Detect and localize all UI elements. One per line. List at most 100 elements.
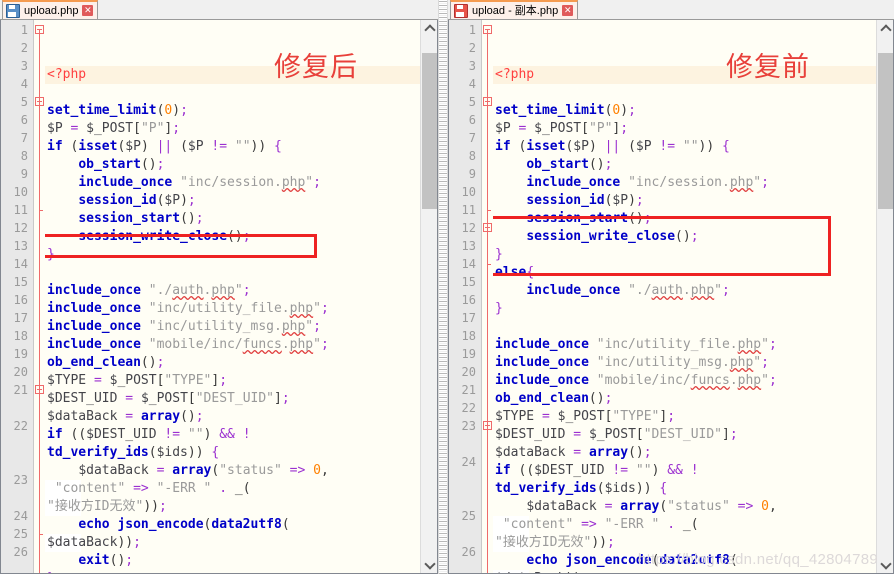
line-number — [449, 435, 481, 453]
code-line[interactable]: session_start(); — [493, 210, 876, 228]
line-number: 6 — [468, 113, 476, 127]
code-line[interactable]: td_verify_ids($ids)) { — [45, 444, 420, 462]
vertical-scrollbar-left[interactable] — [420, 20, 437, 573]
code-line[interactable]: $dataBack = array(); — [493, 444, 876, 462]
line-number — [1, 435, 33, 453]
pane-splitter[interactable] — [438, 0, 448, 574]
code-line[interactable]: $dataBack)); — [45, 534, 420, 552]
line-number — [449, 489, 481, 507]
code-line[interactable] — [493, 84, 876, 102]
fold-margin-left[interactable] — [34, 20, 45, 573]
code-line[interactable]: include_once "inc/utility_file.php"; — [45, 300, 420, 318]
tab-upload-php[interactable]: upload.php ✕ — [2, 0, 99, 19]
line-number: 12 — [13, 221, 28, 235]
line-number: 2 — [468, 41, 476, 55]
line-number: 19 — [461, 347, 476, 361]
code-line[interactable]: include_once "inc/utility_msg.php"; — [493, 354, 876, 372]
close-icon[interactable]: ✕ — [562, 5, 574, 16]
code-line[interactable]: <?php — [493, 66, 876, 84]
code-line[interactable]: include_once "mobile/inc/funcs.php"; — [493, 372, 876, 390]
code-line[interactable]: td_verify_ids($ids)) { — [493, 480, 876, 498]
code-line[interactable] — [45, 264, 420, 282]
code-line[interactable]: $dataBack = array("status" => 0, — [45, 462, 420, 480]
code-line[interactable]: include_once "./auth.php"; — [45, 282, 420, 300]
code-line[interactable]: include_once "inc/utility_file.php"; — [493, 336, 876, 354]
line-number: 20 — [13, 365, 28, 379]
code-line[interactable]: } — [493, 300, 876, 318]
code-line[interactable]: echo json_encode(data2utf8( — [493, 552, 876, 570]
editor-pane-left: upload.php ✕ 1 2 3 4 5 6 7 8 9 10 11 12 13 14 15 16 17 18… — [0, 0, 438, 574]
code-line[interactable]: ob_start(); — [45, 156, 420, 174]
code-line[interactable]: $P = $_POST["P"]; — [493, 120, 876, 138]
code-line[interactable]: set_time_limit(0); — [45, 102, 420, 120]
code-line[interactable]: echo json_encode(data2utf8( — [45, 516, 420, 534]
close-icon[interactable]: ✕ — [82, 5, 94, 16]
tabbar-empty-area-right — [578, 0, 894, 20]
line-number — [1, 453, 33, 471]
code-line[interactable]: include_once "inc/utility_msg.php"; — [45, 318, 420, 336]
line-number: 26 — [461, 545, 476, 559]
code-line[interactable]: "content" => "-ERR " . _( — [45, 480, 420, 498]
line-number: 4 — [468, 77, 476, 91]
line-number: 26 — [13, 545, 28, 559]
scroll-up-arrow-icon[interactable] — [421, 20, 437, 37]
code-line[interactable]: session_write_close(); — [45, 228, 420, 246]
line-number: 16 — [13, 293, 28, 307]
line-number-gutter-right: 1 2 3 4 5 6 7 8 9 10 11 12 13 14 15 16 17 18 19 20 21 22 23 24 2… — [449, 20, 482, 573]
code-line[interactable]: else{ — [493, 264, 876, 282]
code-line[interactable]: $TYPE = $_POST["TYPE"]; — [45, 372, 420, 390]
code-area-left[interactable]: <?php set_time_limit(0); $P = $_POST["P"]… — [45, 20, 420, 573]
code-line[interactable]: $DEST_UID = $_POST["DEST_UID"]; — [45, 390, 420, 408]
line-number: 25 — [13, 527, 28, 541]
code-line[interactable]: } — [45, 246, 420, 264]
code-line[interactable]: session_id($P); — [493, 192, 876, 210]
code-line[interactable]: include_once "inc/session.php"; — [45, 174, 420, 192]
code-line[interactable]: $TYPE = $_POST["TYPE"]; — [493, 408, 876, 426]
code-line[interactable]: set_time_limit(0); — [493, 102, 876, 120]
code-line[interactable]: if (($DEST_UID != "") && ! — [45, 426, 420, 444]
tab-upload-copy-php[interactable]: upload - 副本.php ✕ — [450, 0, 579, 19]
code-line[interactable]: "content" => "-ERR " . _( — [493, 516, 876, 534]
scroll-down-arrow-icon[interactable] — [877, 556, 893, 573]
code-line[interactable]: session_write_close(); — [493, 228, 876, 246]
code-line[interactable]: include_once "inc/session.php"; — [493, 174, 876, 192]
code-line[interactable]: session_id($P); — [45, 192, 420, 210]
code-area-right[interactable]: <?php set_time_limit(0); $P = $_POST["P"]… — [493, 20, 876, 573]
code-line[interactable]: "接收方ID无效")); — [45, 498, 420, 516]
code-line[interactable]: include_once "mobile/inc/funcs.php"; — [45, 336, 420, 354]
code-line[interactable]: $dataBack = array("status" => 0, — [493, 498, 876, 516]
code-line[interactable]: $P = $_POST["P"]; — [45, 120, 420, 138]
scrollbar-thumb[interactable] — [878, 53, 893, 209]
line-number: 17 — [13, 311, 28, 325]
code-line[interactable]: exit(); — [45, 552, 420, 570]
code-line[interactable] — [45, 84, 420, 102]
code-line[interactable]: include_once "./auth.php"; — [493, 282, 876, 300]
code-line[interactable]: $dataBack)); — [493, 570, 876, 573]
code-line[interactable]: if (($DEST_UID != "") && ! — [493, 462, 876, 480]
line-number: 8 — [20, 149, 28, 163]
scroll-down-arrow-icon[interactable] — [421, 556, 437, 573]
code-line[interactable]: $dataBack = array(); — [45, 408, 420, 426]
line-number: 14 — [13, 257, 28, 271]
code-line[interactable]: session_start(); — [45, 210, 420, 228]
line-number: 24 — [13, 509, 28, 523]
code-line[interactable]: ob_start(); — [493, 156, 876, 174]
line-number: 21 — [461, 383, 476, 397]
code-line[interactable]: $DEST_UID = $_POST["DEST_UID"]; — [493, 426, 876, 444]
vertical-scrollbar-right[interactable] — [876, 20, 893, 573]
line-number: 2 — [20, 41, 28, 55]
code-line[interactable] — [493, 318, 876, 336]
line-number: 7 — [20, 131, 28, 145]
code-line[interactable]: <?php — [45, 66, 420, 84]
line-number: 24 — [461, 455, 476, 469]
fold-margin-right[interactable] — [482, 20, 493, 573]
code-line[interactable]: "接收方ID无效")); — [493, 534, 876, 552]
scroll-up-arrow-icon[interactable] — [877, 20, 893, 37]
code-line[interactable]: if (isset($P) || ($P != "")) { — [45, 138, 420, 156]
code-line[interactable]: } — [493, 246, 876, 264]
code-line[interactable]: if (isset($P) || ($P != "")) { — [493, 138, 876, 156]
code-line[interactable]: } — [45, 570, 420, 573]
code-line[interactable]: ob_end_clean(); — [45, 354, 420, 372]
code-line[interactable]: ob_end_clean(); — [493, 390, 876, 408]
scrollbar-thumb[interactable] — [422, 53, 437, 209]
